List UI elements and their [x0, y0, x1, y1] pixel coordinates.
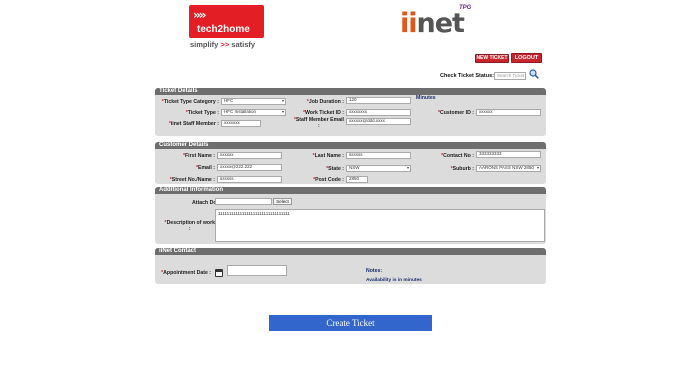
ticket-type-category-label: *Ticket Type Category : — [161, 99, 219, 105]
first-name-label: *First Name : — [182, 153, 215, 159]
iinet-logo: TPG iinet — [400, 5, 485, 41]
attach-documents-input[interactable] — [215, 198, 272, 205]
ticket-details-header: Ticket Details — [155, 88, 546, 95]
job-duration-input[interactable]: 120 — [346, 97, 411, 104]
ticket-type-category-select[interactable]: HFC — [221, 98, 286, 105]
customer-details-section: Customer Details *First Name : xxxxxx *L… — [155, 142, 546, 184]
contact-no-input[interactable]: 333333333 — [476, 151, 541, 158]
staff-member-email-input[interactable]: xxxxxx@ddd.xxxx — [346, 118, 411, 125]
search-icon[interactable] — [529, 69, 539, 79]
state-label: *State : — [326, 166, 344, 172]
post-code-input[interactable]: 2850 — [346, 176, 368, 183]
double-chevron-icon: »» — [193, 8, 206, 22]
check-ticket-status-label: Check Ticket Status: — [440, 73, 495, 79]
last-name-label: *Last Name : — [312, 153, 344, 159]
work-ticket-id-input[interactable]: xxxxxxxx — [346, 109, 411, 116]
logout-button[interactable]: LOGOUT — [511, 53, 542, 63]
additional-information-header: Additional Information — [155, 187, 546, 194]
suburb-label: *Suburb : — [450, 166, 474, 172]
iinet-contact-section: iiNet Contact *Appointment Date : Notes:… — [155, 248, 546, 284]
select-file-button[interactable]: Select — [273, 198, 292, 205]
tech2home-logo: »» tech2home simplify >> satisfy — [189, 5, 266, 49]
iinet-wordmark: iinet — [400, 8, 465, 39]
customer-id-input[interactable]: xxxxxx — [476, 109, 541, 116]
tagline-chevrons: >> — [220, 40, 230, 49]
additional-information-section: Additional Information Attach Documents … — [155, 187, 546, 244]
create-ticket-button[interactable]: Create Ticket — [269, 315, 432, 331]
iinet-wordmark-net: net — [416, 8, 465, 39]
calendar-icon[interactable] — [215, 269, 223, 277]
customer-id-label: *Customer ID : — [437, 110, 474, 116]
ticket-type-label: *Ticket Type : — [185, 110, 219, 116]
first-name-input[interactable]: xxxxxx — [217, 152, 282, 159]
tagline-satisfy: satisfy — [231, 40, 256, 49]
staff-member-email-label: *Staff Member Email: — [293, 117, 344, 129]
appointment-date-input[interactable] — [227, 265, 287, 276]
customer-details-header: Customer Details — [155, 142, 546, 149]
iinet-staff-member-input[interactable]: xxxxxxx — [221, 120, 261, 127]
last-name-input[interactable]: ssssss — [346, 152, 411, 159]
tech2home-tagline: simplify >> satisfy — [190, 40, 255, 49]
iinet-staff-member-label: *iinet Staff Member : — [168, 121, 219, 127]
suburb-select[interactable]: AARONS PASS NSW 2850 — [476, 165, 541, 172]
email-input[interactable]: xxxxx@222.222 — [217, 164, 282, 171]
ticket-type-select[interactable]: HFC Installation — [221, 109, 286, 116]
iinet-wordmark-ii: ii — [400, 8, 417, 39]
iinet-contact-header: iiNet Contact — [155, 248, 546, 255]
new-ticket-button[interactable]: NEW TICKET — [475, 54, 509, 63]
street-input[interactable]: ssssss — [217, 176, 282, 183]
appointment-date-label: *Appointment Date : — [161, 270, 211, 276]
job-duration-unit: Minutes — [416, 95, 436, 101]
tech2home-brand-text: tech2home — [197, 24, 250, 35]
street-label: *Street No./Name : — [169, 177, 215, 183]
work-ticket-id-label: *Work Ticket ID : — [302, 110, 344, 116]
email-label: *Email : — [195, 165, 215, 171]
tech2home-logo-box: »» tech2home — [189, 5, 264, 38]
tagline-simplify: simplify — [190, 40, 219, 49]
availability-note: Availability is in minutes — [366, 278, 422, 283]
notes-label: Notes: — [366, 268, 383, 274]
contact-no-label: *Contact No : — [441, 153, 474, 159]
description-label: *Description of work: — [164, 220, 215, 232]
description-textarea[interactable]: 111111111111111111111111111111111 — [215, 209, 545, 242]
job-duration-label: *Job Duration : — [306, 99, 344, 105]
post-code-label: *Post Code : — [313, 177, 344, 183]
search-ticket-input[interactable]: Search Ticket — [494, 72, 526, 80]
state-select[interactable]: NSW — [346, 165, 411, 172]
ticket-details-section: Ticket Details *Ticket Type Category : H… — [155, 88, 546, 136]
